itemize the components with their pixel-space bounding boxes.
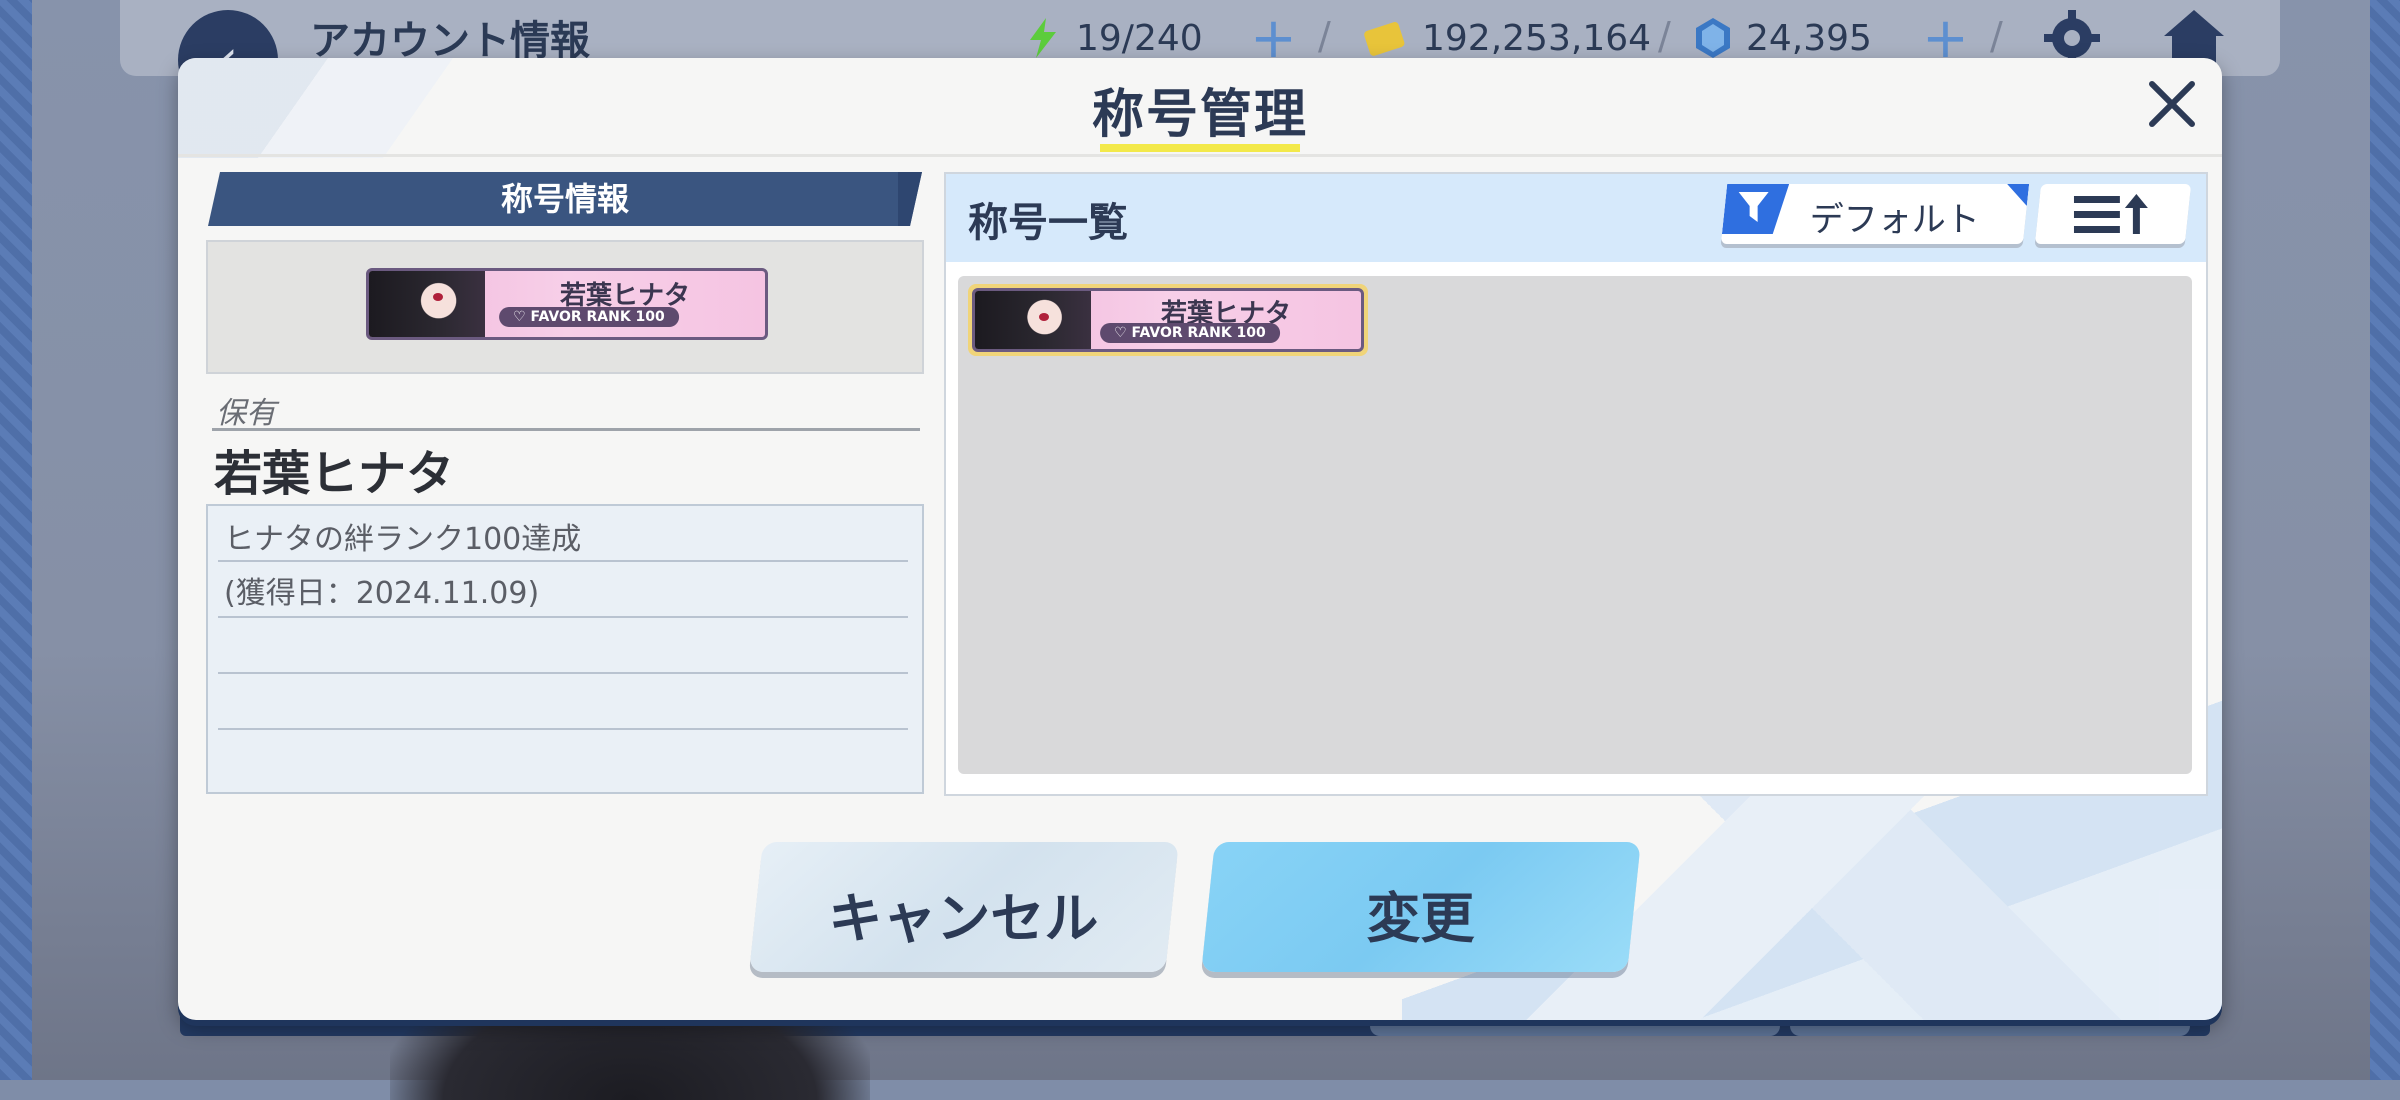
dropdown-corner — [2005, 184, 2029, 206]
dialog-title: 称号管理 — [1091, 85, 1308, 145]
separator: / — [1318, 14, 1331, 58]
stamina-value: 19/240 — [1076, 17, 1203, 59]
background-tab — [1370, 1020, 1780, 1036]
list-header: 称号一覧 デフォルト — [946, 174, 2206, 262]
title-badge: 若葉ヒナタ ♡ FAVOR RANK 100 — [972, 288, 1364, 352]
character-portrait — [975, 291, 1091, 349]
gem-icon — [1696, 18, 1730, 58]
separator: / — [1990, 14, 2003, 58]
background-tab — [1790, 1020, 2190, 1036]
background-stripe-left — [0, 0, 32, 1080]
filter-button[interactable]: デフォルト — [1720, 184, 2030, 244]
character-portrait — [369, 271, 485, 337]
divider — [218, 616, 908, 618]
title-badge: 若葉ヒナタ ♡ FAVOR RANK 100 — [366, 268, 768, 340]
cancel-button[interactable]: キャンセル — [749, 842, 1179, 972]
divider — [218, 728, 908, 730]
acquired-date: (獲得日：2024.11.09) — [224, 576, 540, 611]
gems-value: 24,395 — [1746, 17, 1872, 59]
credits-value: 192,253,164 — [1422, 17, 1652, 59]
owned-label: 保有 — [216, 396, 276, 431]
selected-title-name: 若葉ヒナタ — [214, 446, 455, 502]
divider — [218, 560, 908, 562]
filter-label: デフォルト — [1809, 200, 1980, 240]
badge-rank: ♡ FAVOR RANK 100 — [499, 307, 679, 327]
background-stripe-right — [2370, 0, 2400, 1080]
separator: / — [1658, 14, 1671, 58]
filter-icon — [1738, 192, 1769, 222]
change-label: 変更 — [1366, 887, 1475, 950]
title-management-dialog: 称号管理 称号情報 若葉ヒナタ ♡ FAVOR RANK 100 保有 若葉ヒナ… — [178, 58, 2222, 1020]
close-icon[interactable] — [2142, 74, 2202, 134]
title-list: 若葉ヒナタ ♡ FAVOR RANK 100 — [958, 276, 2192, 774]
dialog-header: 称号管理 — [178, 58, 2222, 157]
title-underline — [1100, 144, 1300, 152]
lightning-icon — [1030, 18, 1056, 58]
description-line: ヒナタの絆ランク100達成 — [224, 522, 582, 557]
title-list-item[interactable]: 若葉ヒナタ ♡ FAVOR RANK 100 — [968, 284, 1368, 356]
list-title: 称号一覧 — [968, 200, 1128, 246]
cancel-label: キャンセル — [828, 887, 1099, 950]
title-list-panel: 称号一覧 デフォルト 若葉ヒナタ ♡ FAVOR RANK 100 — [944, 172, 2208, 796]
section-header: 称号情報 — [208, 172, 922, 226]
divider — [212, 428, 920, 431]
sort-ascending-icon — [2073, 194, 2148, 234]
sort-button[interactable] — [2034, 184, 2192, 244]
badge-rank: ♡ FAVOR RANK 100 — [1100, 323, 1280, 343]
description-box: ヒナタの絆ランク100達成 (獲得日：2024.11.09) — [206, 504, 924, 794]
change-button[interactable]: 変更 — [1201, 842, 1641, 972]
credit-card-icon — [1364, 22, 1405, 56]
divider — [218, 672, 908, 674]
title-preview: 若葉ヒナタ ♡ FAVOR RANK 100 — [206, 240, 924, 374]
